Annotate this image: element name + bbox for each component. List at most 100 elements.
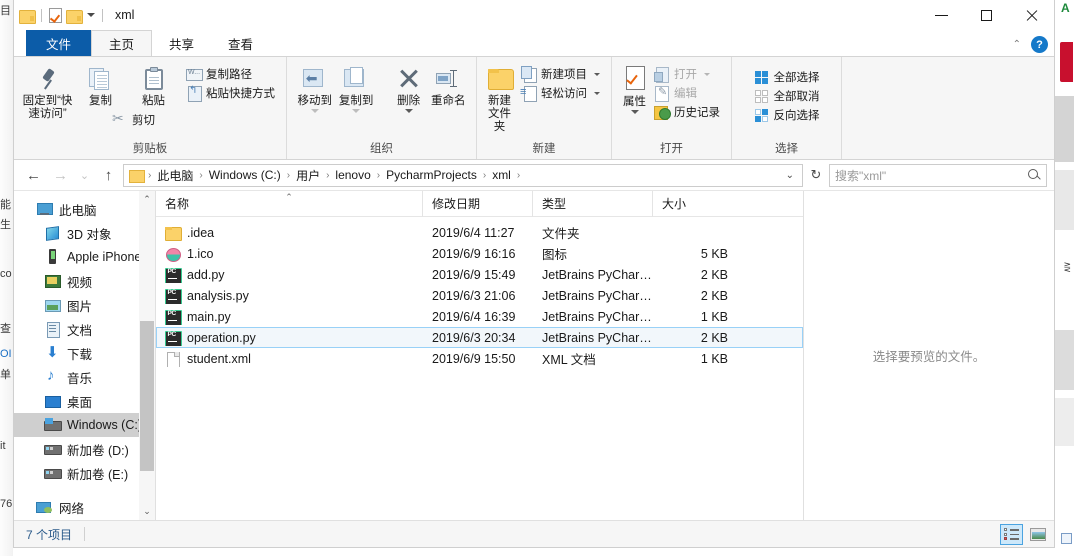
maximize-button[interactable] xyxy=(964,0,1009,30)
chevron-down-icon[interactable] xyxy=(310,109,319,113)
column-header-type[interactable]: 类型 xyxy=(532,190,652,217)
close-button[interactable] xyxy=(1009,0,1054,30)
help-button[interactable]: ? xyxy=(1031,36,1048,53)
recent-locations-button[interactable]: ⌄ xyxy=(75,163,94,187)
breadcrumb-item-windows-c[interactable]: Windows (C:) xyxy=(204,166,286,184)
pin-to-quick-access-button[interactable]: 固定到“快 速访问” xyxy=(21,62,74,121)
scroll-up-icon[interactable]: ⌃ xyxy=(139,191,155,208)
sidebar-item-label: 图片 xyxy=(67,299,93,314)
copy-path-button[interactable]: 复制路径 xyxy=(182,65,279,83)
chevron-down-icon[interactable] xyxy=(704,72,710,76)
breadcrumb-separator[interactable]: › xyxy=(516,170,521,181)
select-none-button[interactable]: 全部取消 xyxy=(750,87,824,105)
column-header-date[interactable]: 修改日期 xyxy=(422,190,532,217)
address-dropdown-icon[interactable]: ⌄ xyxy=(780,170,800,181)
search-icon[interactable] xyxy=(1027,168,1041,182)
group-label-open: 打开 xyxy=(660,143,683,155)
pycharm-icon xyxy=(165,288,182,304)
sidebar-scrollbar[interactable]: ⌃ ⌄ xyxy=(139,191,155,520)
sidebar-item-windows-c[interactable]: Windows (C:) xyxy=(14,413,142,437)
ribbon-tab-strip: 文件 主页 共享 查看 ⌃ ? xyxy=(14,30,1054,56)
table-row[interactable]: analysis.py 2019/6/3 21:06 JetBrains PyC… xyxy=(156,285,803,306)
breadcrumb-item-lenovo[interactable]: lenovo xyxy=(330,166,375,184)
tab-home[interactable]: 主页 xyxy=(91,30,153,56)
refresh-button[interactable]: ↻ xyxy=(805,164,827,187)
table-row[interactable]: add.py 2019/6/9 15:49 JetBrains PyChar… … xyxy=(156,264,803,285)
copy-button[interactable]: 复制 xyxy=(74,62,127,108)
sidebar-item-desktop[interactable]: 桌面 xyxy=(14,389,139,413)
breadcrumb-item-pycharmprojects[interactable]: PycharmProjects xyxy=(381,166,482,184)
column-header-size[interactable]: 大小 xyxy=(652,190,736,217)
divider xyxy=(102,8,103,22)
move-to-button[interactable]: ⬅ 移动到 xyxy=(294,62,335,113)
history-button[interactable]: 历史记录 xyxy=(650,103,724,121)
table-row[interactable]: .idea 2019/6/4 11:27 文件夹 xyxy=(156,222,803,243)
rename-icon xyxy=(435,66,461,92)
file-type-cell: JetBrains PyChar… xyxy=(542,330,652,345)
sidebar-item-music[interactable]: 音乐 xyxy=(14,365,139,389)
desktop-icon xyxy=(44,393,61,409)
chevron-down-icon[interactable] xyxy=(87,13,95,17)
breadcrumb-item-xml[interactable]: xml xyxy=(487,166,516,184)
tab-share[interactable]: 共享 xyxy=(152,30,211,56)
paste-shortcut-button[interactable]: 粘贴快捷方式 xyxy=(182,84,279,102)
chevron-down-icon[interactable] xyxy=(352,109,361,113)
sidebar-item-network[interactable]: 网络 xyxy=(14,495,139,519)
scroll-down-icon[interactable]: ⌄ xyxy=(139,503,155,520)
scrollbar-thumb[interactable] xyxy=(140,321,154,471)
sidebar-item-3d-objects[interactable]: 3D 对象 xyxy=(14,221,139,245)
table-row[interactable]: student.xml 2019/6/9 15:50 XML 文档 1 KB xyxy=(156,348,803,369)
sidebar-item-this-pc[interactable]: 此电脑 xyxy=(14,197,139,221)
chevron-down-icon[interactable] xyxy=(404,109,413,113)
minimize-button[interactable] xyxy=(919,0,964,30)
large-icons-view-button[interactable] xyxy=(1026,524,1049,545)
sidebar-item-volume-d[interactable]: 新加卷 (D:) xyxy=(14,437,139,461)
table-row[interactable]: 1.ico 2019/6/9 16:16 图标 5 KB xyxy=(156,243,803,264)
tab-file[interactable]: 文件 xyxy=(26,30,92,56)
collapse-ribbon-icon[interactable]: ⌃ xyxy=(1013,39,1021,50)
sidebar-item-documents[interactable]: 文档 xyxy=(14,317,139,341)
up-button[interactable]: ↑ xyxy=(96,163,121,187)
copy-to-button[interactable]: 复制到 xyxy=(335,62,376,113)
bg-glyph: co xyxy=(0,268,12,280)
breadcrumb-item-this-pc[interactable]: 此电脑 xyxy=(152,165,198,186)
back-button[interactable]: ← xyxy=(21,163,46,187)
open-button[interactable]: 打开 xyxy=(650,65,724,83)
easy-access-button[interactable]: 轻松访问 xyxy=(517,84,604,102)
paste-shortcut-icon xyxy=(186,85,202,102)
breadcrumb-item-users[interactable]: 用户 xyxy=(291,165,325,186)
invert-selection-button[interactable]: 反向选择 xyxy=(750,106,824,124)
edit-button[interactable]: 编辑 xyxy=(650,84,724,102)
chevron-down-icon[interactable] xyxy=(594,91,600,95)
paste-button[interactable]: 粘贴 xyxy=(127,62,180,108)
delete-button[interactable]: 删除 xyxy=(390,62,428,113)
sidebar-item-volume-e[interactable]: 新加卷 (E:) xyxy=(14,461,139,485)
table-row[interactable]: main.py 2019/6/4 16:39 JetBrains PyChar…… xyxy=(156,306,803,327)
select-all-button[interactable]: 全部选择 xyxy=(750,68,824,86)
cut-button[interactable]: 剪切 xyxy=(108,110,279,129)
forward-button[interactable]: → xyxy=(48,163,73,187)
pin-icon xyxy=(35,66,61,92)
new-item-button[interactable]: 新建项目 xyxy=(517,65,604,83)
breadcrumb[interactable]: › 此电脑 › Windows (C:) › 用户 › lenovo › Pyc… xyxy=(123,163,803,187)
sidebar-item-videos[interactable]: 视频 xyxy=(14,269,139,293)
sidebar-item-downloads[interactable]: 下载 xyxy=(14,341,139,365)
folder-icon[interactable] xyxy=(19,9,36,24)
rename-button[interactable]: 重命名 xyxy=(428,62,469,108)
column-header-name[interactable]: ⌃ 名称 xyxy=(156,191,422,217)
3d-objects-icon xyxy=(44,226,61,241)
large-icons-view-icon xyxy=(1029,527,1046,541)
table-row[interactable]: operation.py 2019/6/3 20:34 JetBrains Py… xyxy=(156,327,803,348)
properties-button[interactable]: 属性 xyxy=(619,62,650,114)
new-folder-button[interactable]: 新建 文件夹 xyxy=(484,62,515,134)
tab-view[interactable]: 查看 xyxy=(211,30,270,56)
new-folder-icon[interactable] xyxy=(66,9,83,24)
sidebar-item-apple-iphone[interactable]: Apple iPhone xyxy=(14,245,141,269)
details-view-button[interactable] xyxy=(1000,523,1023,545)
search-input[interactable]: 搜索"xml" xyxy=(829,163,1047,187)
properties-icon[interactable] xyxy=(49,7,62,23)
sidebar-item-pictures[interactable]: 图片 xyxy=(14,293,139,317)
chevron-down-icon[interactable] xyxy=(630,110,639,114)
copy-to-label: 复制到 xyxy=(338,95,374,107)
chevron-down-icon[interactable] xyxy=(594,72,600,76)
